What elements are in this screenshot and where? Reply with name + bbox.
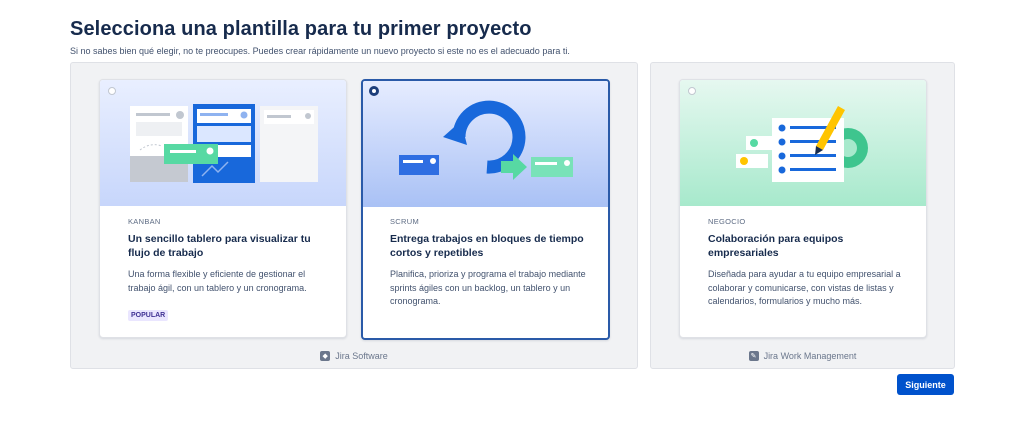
next-button[interactable]: Siguiente [897, 374, 954, 395]
business-checklist-illustration [680, 80, 926, 206]
template-tag: KANBAN [128, 217, 161, 226]
template-tag: SCRUM [390, 217, 419, 226]
jira-work-management-icon: ✎ [748, 351, 759, 361]
product-label-jira-work-management: ✎ Jira Work Management [651, 351, 954, 361]
page-title: Selecciona una plantilla para tu primer … [70, 18, 532, 40]
kanban-board-illustration [100, 80, 346, 206]
sprint-cycle-illustration [363, 81, 608, 207]
template-tag: NEGOCIO [708, 217, 746, 226]
popular-badge: POPULAR [128, 310, 169, 321]
template-heading: Colaboración para equipos empresariales [708, 233, 844, 259]
template-heading: Entrega trabajos en bloques de tiempo co… [390, 233, 584, 259]
template-radio-scrum[interactable] [369, 86, 379, 96]
jira-software-template-group: KANBAN Un sencillo tablero para visualiz… [70, 62, 638, 369]
template-description: Una forma flexible y eficiente de gestio… [128, 269, 307, 293]
product-label-jira-software: ◆ Jira Software [71, 351, 637, 361]
product-name: Jira Work Management [763, 351, 857, 361]
template-card-kanban[interactable]: KANBAN Un sencillo tablero para visualiz… [99, 79, 347, 338]
template-description: Planifica, prioriza y programa el trabaj… [390, 269, 586, 306]
page-subtitle: Si no sabes bien qué elegir, no te preoc… [70, 46, 570, 56]
template-card-negocio[interactable]: NEGOCIO Colaboración para equipos empres… [679, 79, 927, 338]
template-radio-kanban[interactable] [108, 87, 116, 95]
jira-software-icon: ◆ [320, 351, 331, 361]
template-description: Diseñada para ayudar a tu equipo empresa… [708, 269, 901, 306]
template-card-scrum[interactable]: SCRUM Entrega trabajos en bloques de tie… [361, 79, 610, 340]
product-name: Jira Software [335, 351, 388, 361]
jira-work-management-template-group: NEGOCIO Colaboración para equipos empres… [650, 62, 955, 369]
template-radio-negocio[interactable] [688, 87, 696, 95]
template-heading: Un sencillo tablero para visualizar tu f… [128, 233, 311, 259]
